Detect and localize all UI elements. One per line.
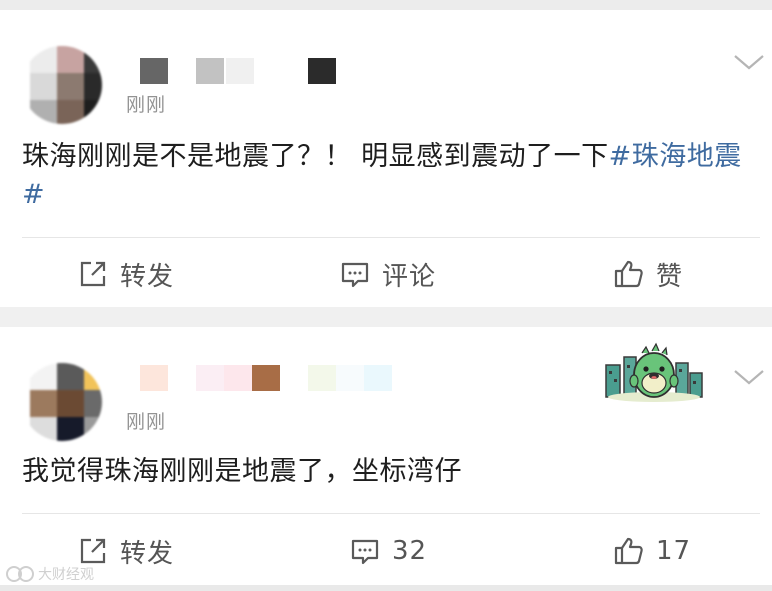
- watermark-text: 大财经观: [38, 567, 94, 583]
- post-card-1: 刚刚 珠海刚刚是不是地震了？！ 明显感到震动了一下#珠海地震# 转发 评论 赞: [0, 10, 772, 307]
- post-time: 刚刚: [126, 411, 167, 433]
- green-dinosaur-sticker: [602, 339, 706, 403]
- share-square-icon: [76, 257, 110, 291]
- thumbs-up-icon: [612, 257, 646, 291]
- avatar-pixelated[interactable]: [22, 363, 102, 441]
- repost-label: 转发: [120, 261, 175, 292]
- post-card-2: 刚刚 我觉得珠海刚刚是地震了，坐标湾仔 转发 32 17: [0, 327, 772, 585]
- divider: [22, 513, 760, 514]
- chat-bubble-icon: [338, 257, 372, 291]
- watermark: 大财经观: [6, 564, 94, 584]
- repost-label: 转发: [120, 538, 175, 569]
- post-time: 刚刚: [126, 94, 167, 116]
- username-pixelated[interactable]: [140, 365, 400, 391]
- comment-button[interactable]: 32: [348, 531, 427, 571]
- share-square-icon: [76, 534, 110, 568]
- post-text: 我觉得珠海刚刚是地震了，坐标湾仔: [22, 456, 462, 487]
- top-separator: [0, 0, 772, 10]
- thumbs-up-icon: [612, 534, 646, 568]
- comment-count: 32: [392, 536, 428, 566]
- chevron-down-icon[interactable]: [732, 367, 766, 387]
- post-text: 珠海刚刚是不是地震了？！ 明显感到震动了一下#珠海地震#: [22, 138, 762, 214]
- comment-button[interactable]: 评论: [338, 254, 436, 294]
- watermark-logo-icon: [6, 565, 34, 583]
- chevron-down-icon[interactable]: [732, 52, 766, 72]
- like-label: 赞: [656, 261, 684, 292]
- like-button[interactable]: 17: [612, 531, 691, 571]
- chat-bubble-icon: [348, 534, 382, 568]
- avatar-pixelated[interactable]: [22, 46, 102, 124]
- divider: [22, 237, 760, 238]
- username-pixelated[interactable]: [140, 58, 340, 84]
- comment-label: 评论: [382, 261, 437, 292]
- like-button[interactable]: 赞: [612, 254, 683, 294]
- repost-button[interactable]: 转发: [76, 254, 174, 294]
- like-count: 17: [656, 536, 692, 566]
- post-body: 珠海刚刚是不是地震了？！ 明显感到震动了一下: [22, 141, 609, 172]
- bottom-separator: [0, 585, 772, 591]
